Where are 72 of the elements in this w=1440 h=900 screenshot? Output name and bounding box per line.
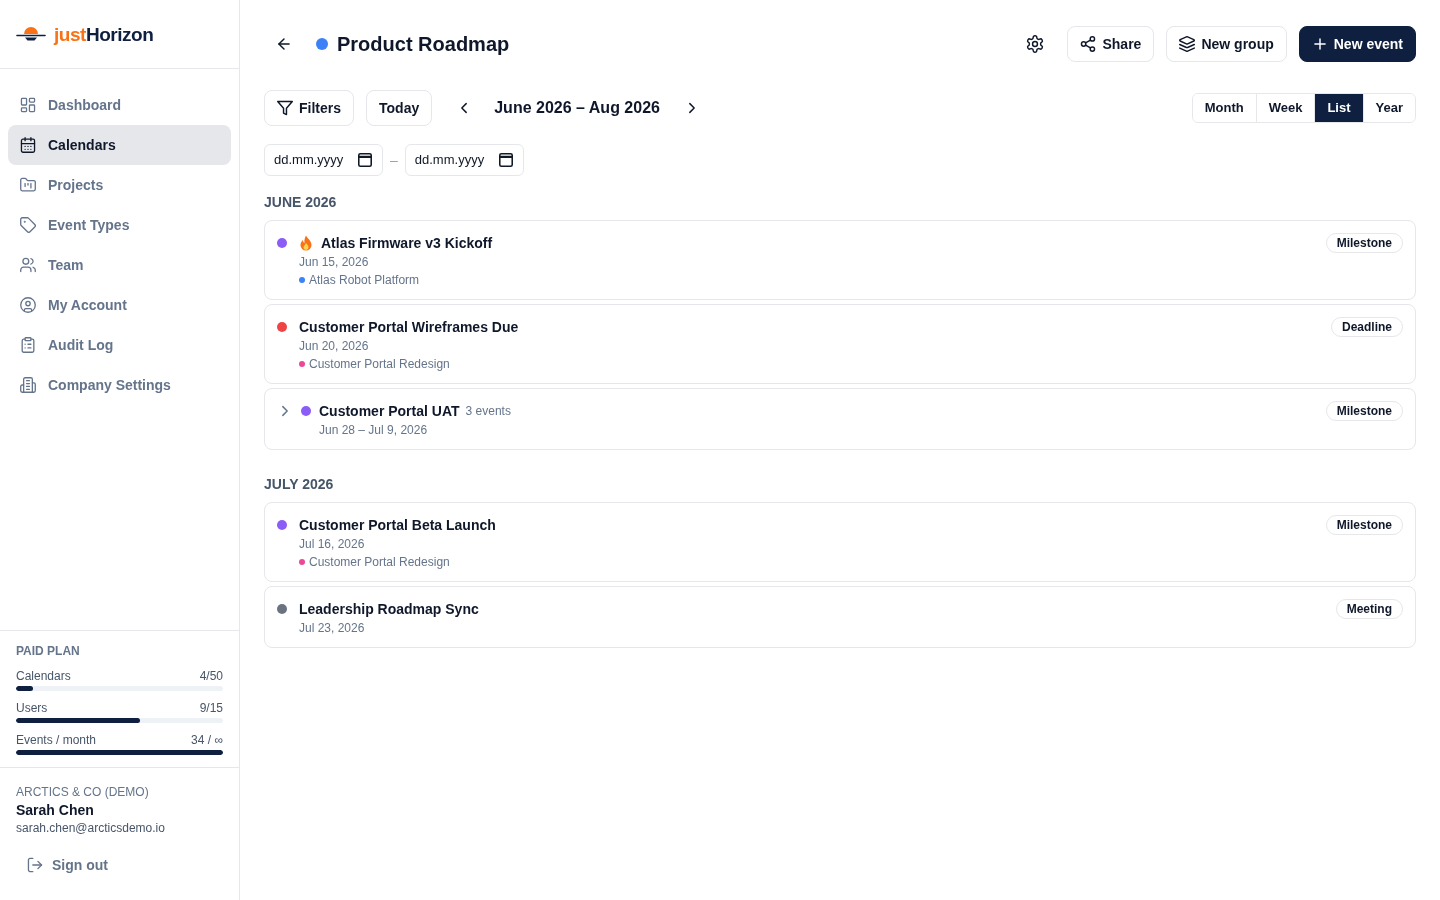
view-tab[interactable]: List [1314, 94, 1363, 122]
nav-item[interactable]: Projects [8, 165, 231, 205]
event-count: 3 events [465, 403, 511, 419]
event-date: Jul 16, 2026 [299, 536, 366, 553]
event-date: Jul 23, 2026 [299, 620, 366, 637]
page-title: Product Roadmap [337, 32, 510, 57]
month-heading: JULY 2026 [264, 476, 335, 492]
filters-button[interactable]: Filters [264, 90, 354, 126]
event-card[interactable]: Atlas Firmware v3 Kickoff Jun 15, 2026 Atlas Robot Platform Milestone [264, 220, 1416, 300]
meter-label: Calendars [16, 668, 71, 684]
meter-label: Users [16, 700, 48, 716]
event-card[interactable]: Customer Portal Beta Launch Jul 16, 2026 Customer Portal Redesign Milestone [264, 502, 1416, 582]
sign-out-icon [27, 857, 43, 873]
nav-item[interactable]: Audit Log [8, 325, 231, 365]
nav-item[interactable]: Calendars [8, 125, 231, 165]
date-field[interactable]: dd.mm.yyyy [264, 144, 383, 176]
view-tab[interactable]: Year [1362, 94, 1415, 122]
calendar-icon [20, 137, 36, 153]
meter-reading: 9/15 [199, 700, 223, 716]
nav-item[interactable]: Event Types [8, 205, 231, 245]
date-input[interactable]: dd.mm.yyyy [414, 150, 495, 170]
nav-item[interactable]: Company Settings [8, 365, 231, 405]
share-icon [1080, 36, 1097, 52]
event-group-card[interactable]: Customer Portal UAT 3 events Jun 28 – Jul 9, 2026 Milestone [264, 388, 1416, 450]
sign-out-button[interactable]: Sign out [16, 847, 120, 883]
today-button[interactable]: Today [366, 90, 433, 126]
dashboard-grid-icon [20, 97, 36, 113]
event-title: Leadership Roadmap Sync [299, 600, 479, 619]
settings-icon [1026, 35, 1045, 53]
folder-icon [20, 177, 36, 193]
plan-title: PAID PLAN [16, 643, 81, 659]
project-name: Customer Portal Redesign [309, 554, 450, 571]
event-title: Customer Portal UAT [319, 402, 460, 421]
share-button[interactable]: Share [1067, 26, 1155, 62]
plus-icon [1311, 36, 1328, 52]
date-input[interactable]: dd.mm.yyyy [274, 150, 354, 170]
filter-icon [277, 100, 293, 116]
event-date: Jun 15, 2026 [299, 254, 370, 271]
date-range-label: June 2026 – Aug 2026 [494, 98, 660, 118]
event-card[interactable]: Leadership Roadmap Sync Jul 23, 2026 Meeting [264, 586, 1416, 648]
meter-reading: 34 / ∞ [191, 732, 223, 748]
date-field[interactable]: dd.mm.yyyy [404, 144, 524, 176]
logo-wordmark: justHorizon [54, 24, 154, 44]
event-title: Customer Portal Wireframes Due [299, 318, 519, 337]
range-separator: – [390, 151, 398, 170]
event-title: Atlas Firmware v3 Kickoff [321, 234, 493, 253]
new-group-button[interactable]: New group [1166, 26, 1287, 62]
event-date: Jun 28 – Jul 9, 2026 [319, 422, 429, 439]
event-title: Customer Portal Beta Launch [299, 516, 496, 535]
meter-reading: 4/50 [199, 668, 223, 684]
user-name: Sarah Chen [16, 801, 95, 820]
building-icon [20, 377, 36, 393]
user-email: sarah.chen@arcticsdemo.io [16, 820, 166, 836]
event-date: Jun 20, 2026 [299, 338, 370, 355]
new-event-button[interactable]: New event [1298, 26, 1416, 62]
meter-label: Events / month [16, 732, 97, 748]
user-circle-icon [20, 297, 36, 313]
nav-item[interactable]: Team [8, 245, 231, 285]
project-name: Customer Portal Redesign [309, 356, 450, 373]
month-heading: JUNE 2026 [264, 194, 338, 210]
event-card[interactable]: Customer Portal Wireframes Due Jun 20, 2026 Customer Portal Redesign Deadline [264, 304, 1416, 384]
nav-item[interactable]: Dashboard [8, 85, 231, 125]
calendar-icon[interactable] [358, 153, 372, 167]
logo-icon [16, 25, 46, 43]
nav-item[interactable]: My Account [8, 285, 231, 325]
clipboard-icon [20, 337, 36, 353]
organization-name: ARCTICS & CO (DEMO) [16, 784, 150, 800]
tag-icon [20, 217, 36, 233]
project-name: Atlas Robot Platform [309, 272, 420, 289]
users-icon [20, 257, 36, 273]
layers-icon [1179, 36, 1196, 52]
calendar-icon[interactable] [498, 153, 513, 167]
